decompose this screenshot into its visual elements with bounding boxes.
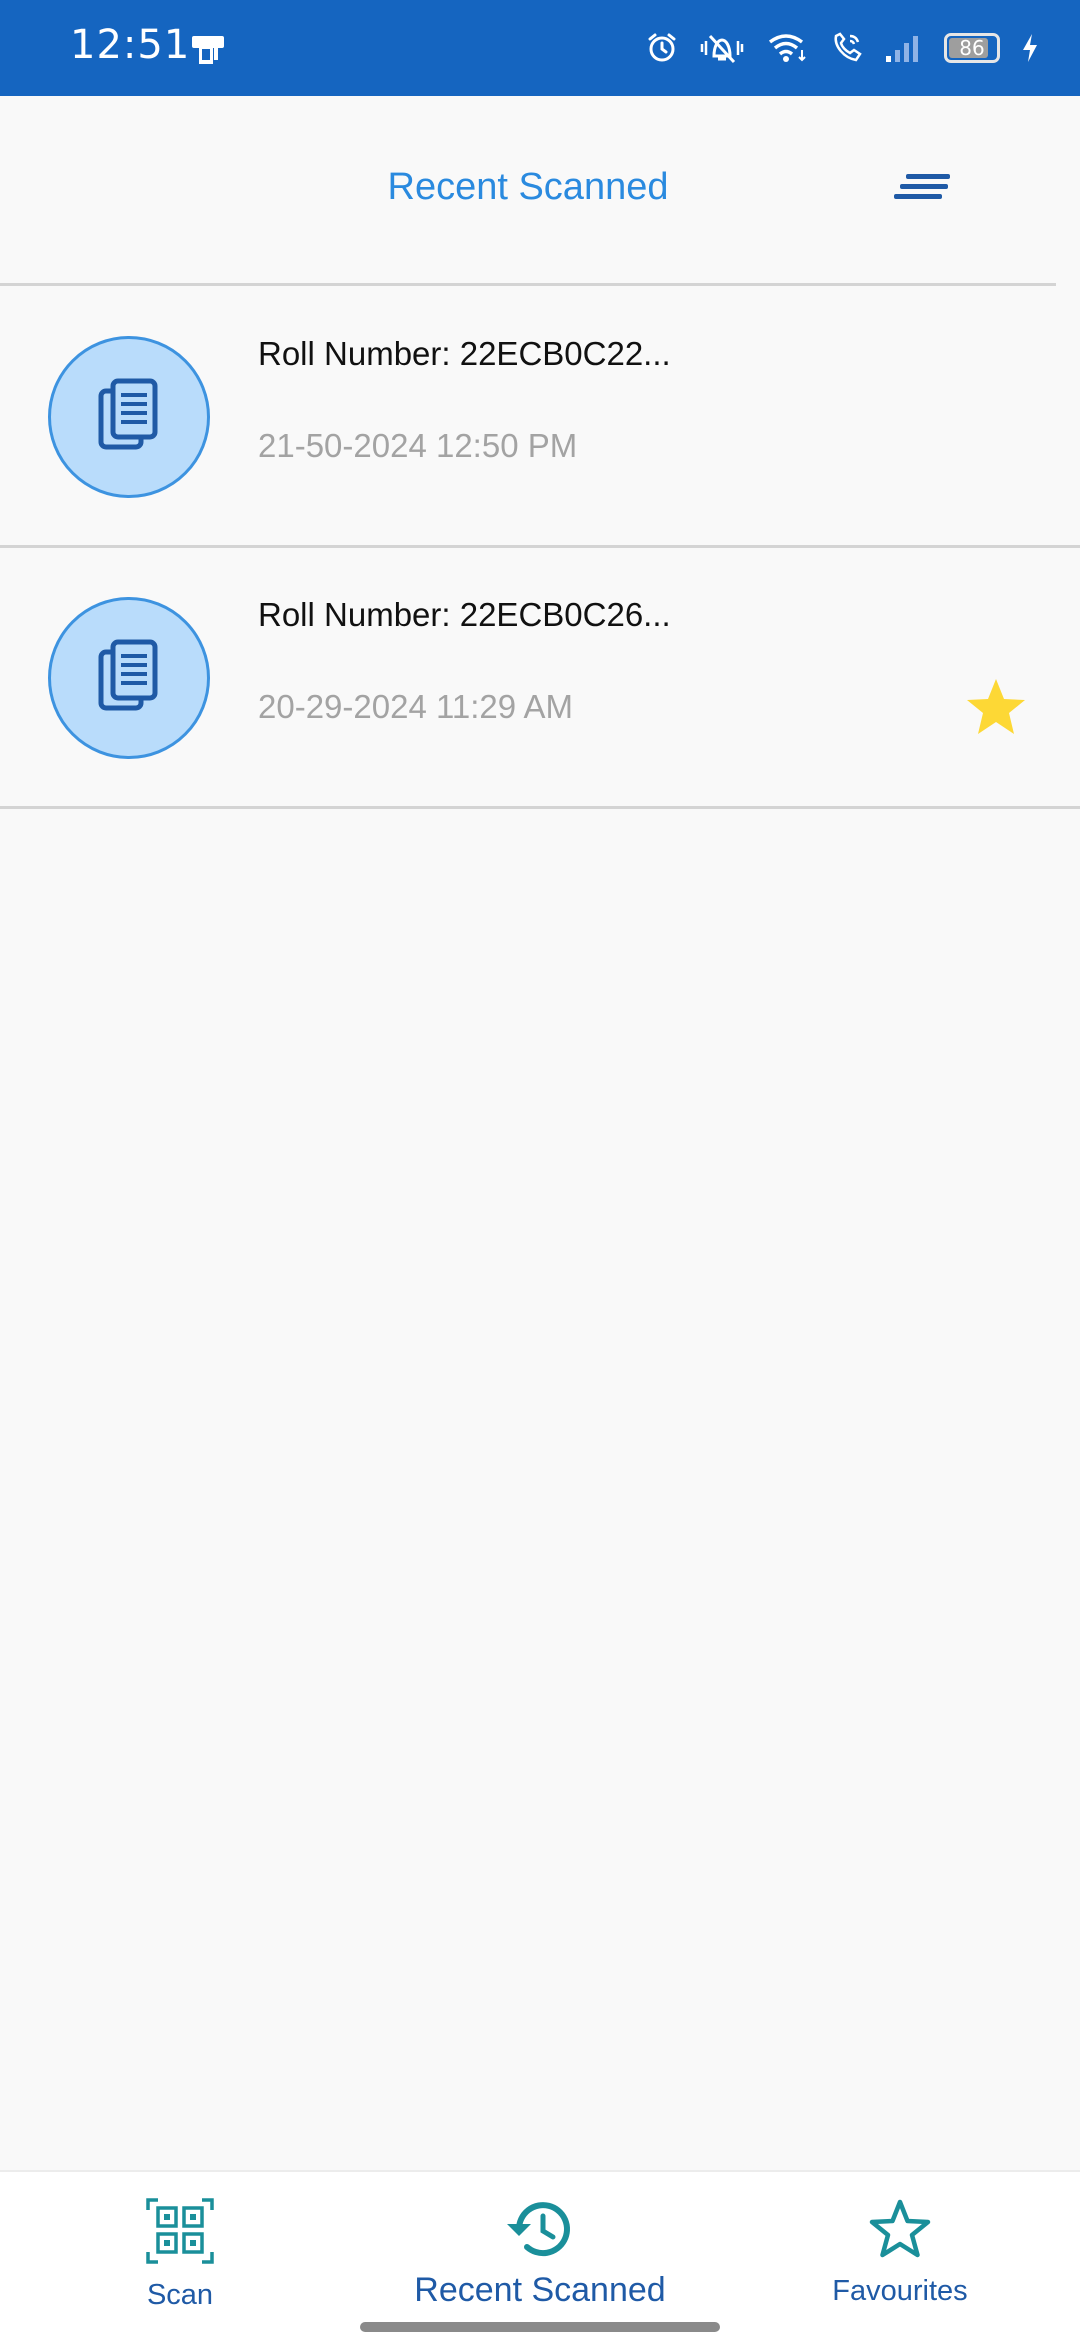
status-time: 12:51: [70, 22, 191, 68]
vibrate-off-icon: [698, 32, 746, 64]
document-avatar: [48, 597, 210, 759]
sort-lines-icon: [888, 174, 958, 222]
status-icons: 86: [646, 26, 1040, 70]
sort-button[interactable]: [888, 162, 958, 218]
nav-item-scan[interactable]: Scan: [60, 2172, 300, 2322]
battery-icon: 86: [944, 33, 1000, 63]
star-outline-icon: [867, 2196, 933, 2267]
list-item[interactable]: Roll Number: 22ECB0C22... 21-50-2024 12:…: [0, 287, 1080, 548]
favourite-star-icon[interactable]: [964, 675, 1028, 739]
charging-icon: [1020, 32, 1040, 64]
item-date: 21-50-2024 12:50 PM: [258, 427, 578, 464]
document-copy-icon: [97, 377, 161, 458]
nav-item-recent-scanned[interactable]: Recent Scanned: [390, 2172, 690, 2322]
bottom-navigation: Scan Recent Scanned Favourites: [0, 2170, 1080, 2340]
item-date: 20-29-2024 11:29 AM: [258, 688, 573, 725]
item-title: Roll Number: 22ECB0C26...: [258, 596, 671, 633]
wifi-icon: [766, 32, 810, 64]
battery-level: 86: [959, 36, 985, 60]
home-indicator[interactable]: [360, 2322, 720, 2332]
nav-label-recent-scanned: Recent Scanned: [414, 2271, 666, 2309]
app-notification-icon: [190, 30, 226, 66]
history-icon: [505, 2196, 575, 2267]
document-avatar: [48, 336, 210, 498]
signal-icon: [884, 32, 924, 64]
document-copy-icon: [97, 638, 161, 719]
app-header: Recent Scanned: [0, 96, 1080, 286]
alarm-icon: [646, 32, 678, 64]
scan-list: Roll Number: 22ECB0C22... 21-50-2024 12:…: [0, 287, 1080, 809]
item-title: Roll Number: 22ECB0C22...: [258, 335, 671, 372]
list-item[interactable]: Roll Number: 22ECB0C26... 20-29-2024 11:…: [0, 548, 1080, 809]
nav-label-favourites: Favourites: [832, 2275, 968, 2307]
nav-item-favourites[interactable]: Favourites: [790, 2172, 1010, 2322]
nav-label-scan: Scan: [146, 2279, 214, 2311]
wifi-calling-icon: [830, 32, 864, 64]
header-divider: [0, 283, 1056, 286]
status-bar: 12:51 86: [0, 0, 1080, 96]
qr-code-icon: [144, 2196, 216, 2271]
